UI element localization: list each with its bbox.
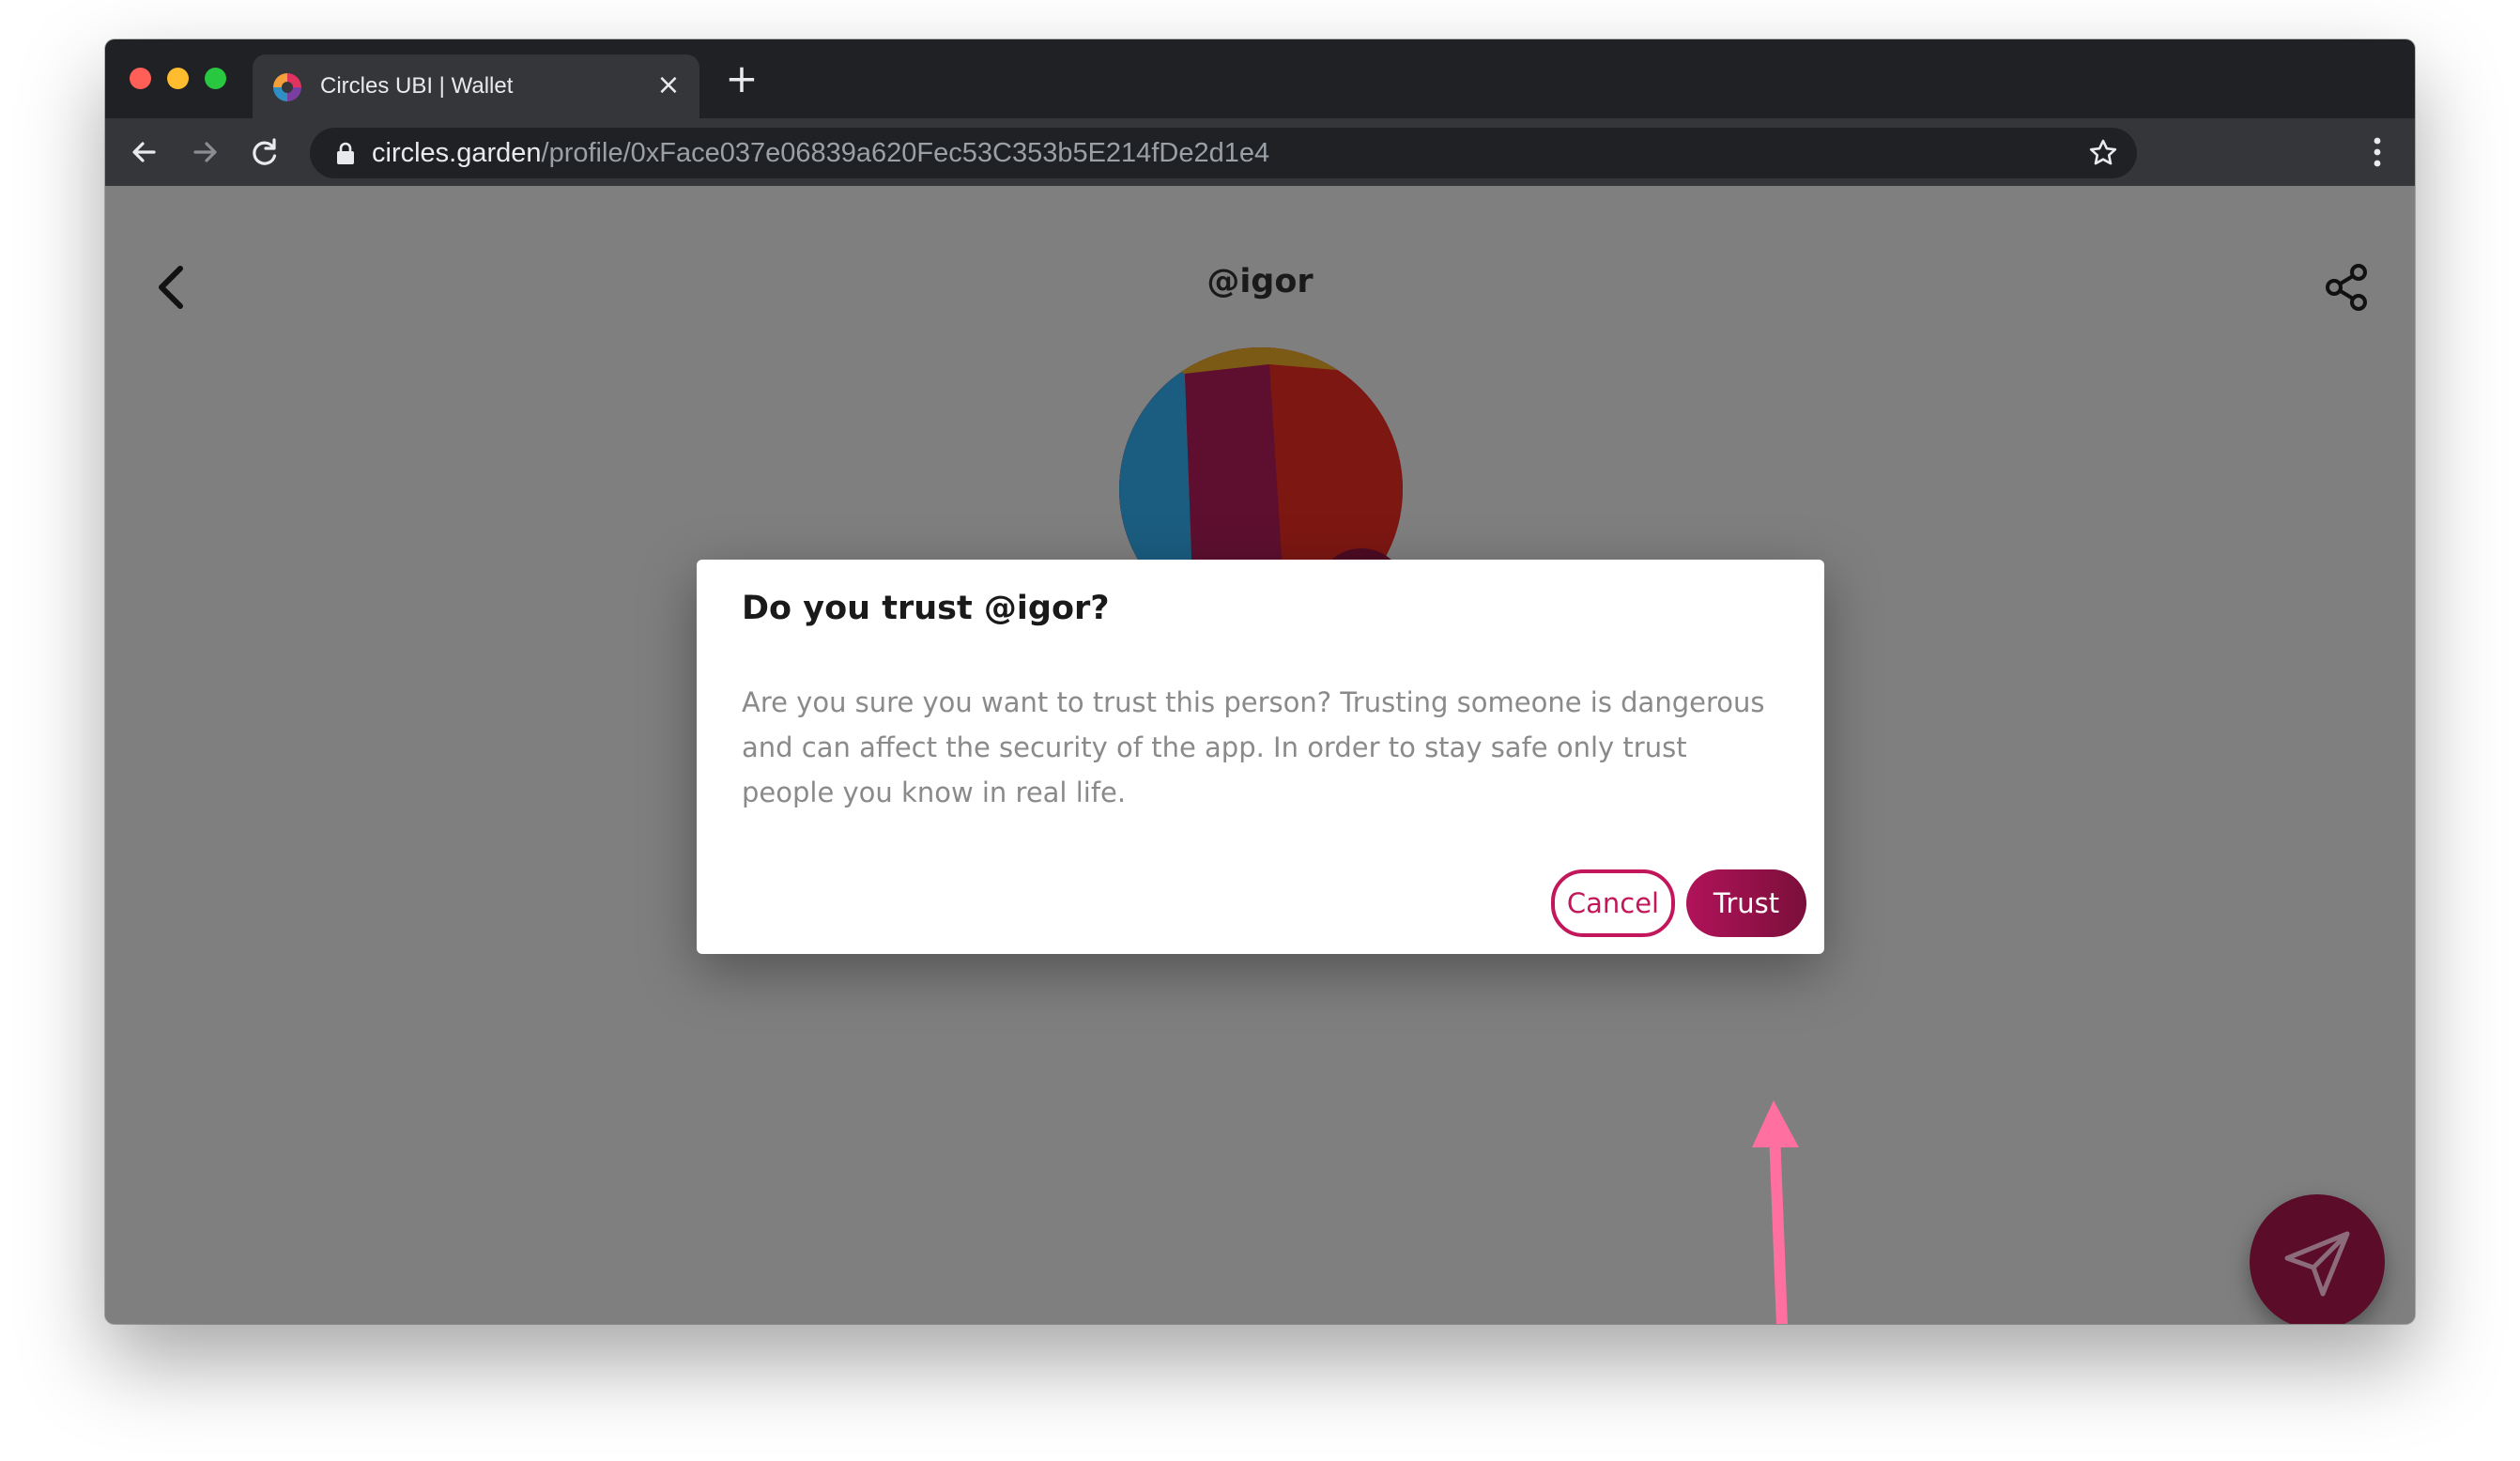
address-bar[interactable]: circles.garden/profile/0xFace037e06839a6… [310,128,2137,178]
bookmark-star-icon[interactable] [2086,136,2120,170]
tab-title: Circles UBI | Wallet [320,73,514,99]
circles-logo-icon [273,73,301,101]
maximize-window-button[interactable] [205,68,226,89]
minimize-window-button[interactable] [167,68,189,89]
lock-icon [337,142,354,164]
send-button[interactable] [2250,1194,2385,1324]
tab-bar: Circles UBI | Wallet × + [105,39,2415,118]
browser-tab[interactable]: Circles UBI | Wallet × [253,54,699,118]
dialog-body: Are you sure you want to trust this pers… [742,686,1765,808]
cancel-button[interactable]: Cancel [1551,869,1675,937]
close-window-button[interactable] [130,68,151,89]
browser-toolbar: circles.garden/profile/0xFace037e06839a6… [105,118,2415,186]
annotation-arrow [1752,1100,1799,1324]
share-icon[interactable] [2321,261,2374,314]
trust-button[interactable]: Trust [1686,869,1806,937]
browser-window: Circles UBI | Wallet × + circles.garden/… [105,39,2415,1324]
browser-menu-icon[interactable] [2359,131,2396,173]
forward-arrow-icon[interactable] [184,131,225,173]
page-title: @igor [1206,263,1314,300]
reload-icon[interactable] [244,131,285,173]
send-icon [2284,1231,2350,1297]
url-text: circles.garden/profile/0xFace037e06839a6… [372,138,1269,169]
url-path: /profile/0xFace037e06839a620Fec53C353b5E… [541,138,1270,168]
url-host: circles.garden [372,138,542,168]
dialog-title: Do you trust @igor? [742,590,1110,627]
back-arrow-icon[interactable] [124,131,165,173]
close-tab-icon[interactable]: × [654,71,683,100]
trust-dialog: Do you trust @igor? Are you sure you wan… [697,560,1824,954]
new-tab-icon[interactable]: + [725,59,759,99]
